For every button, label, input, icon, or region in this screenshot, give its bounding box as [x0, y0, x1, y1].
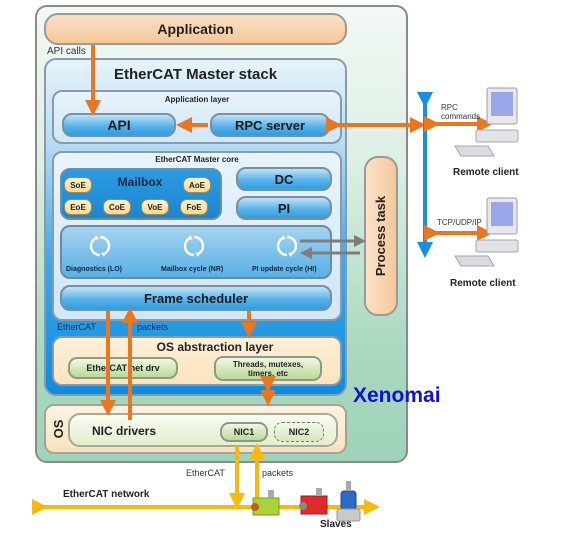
slaves-label: Slaves [320, 519, 352, 530]
rpc-commands-label: RPC commands [441, 103, 480, 121]
rpc-commands-line1: RPC [441, 103, 458, 112]
network-ethercat-label: EtherCAT [186, 468, 225, 478]
remote-client-label: Remote client [450, 278, 516, 289]
tcp-label: TCP/UDP/IP [437, 218, 482, 227]
connections-layer [32, 45, 519, 522]
network-packets-label: packets [262, 468, 294, 478]
ethercat-network-label: EtherCAT network [63, 489, 150, 500]
rpc-commands-line2: commands [441, 112, 481, 121]
remote-client-label: Remote client [453, 167, 519, 178]
slave-valve-blue-icon [336, 481, 361, 522]
slave-motor-red-icon [299, 488, 328, 515]
